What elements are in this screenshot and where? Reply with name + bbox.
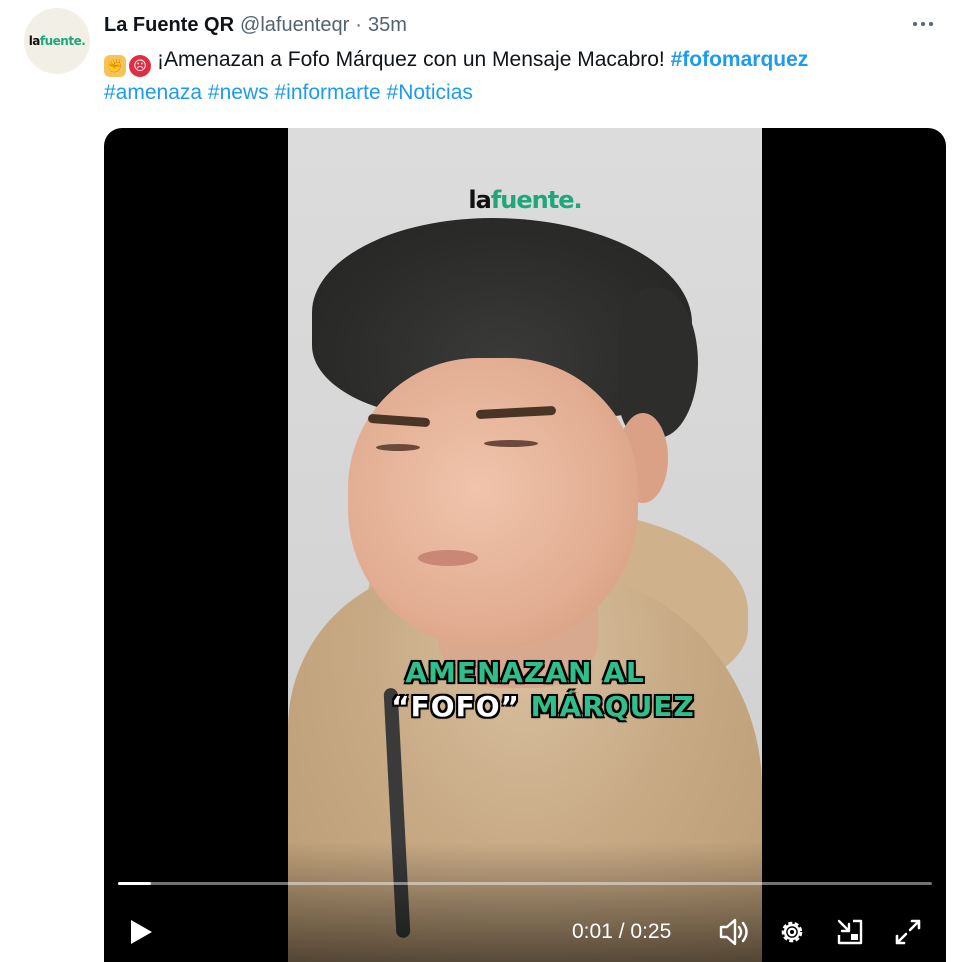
controls-overlay [104,842,946,962]
volume-button[interactable] [714,914,754,950]
angry-face-emoji-icon: ☹ [129,55,151,77]
person-eye [376,444,420,451]
settings-gear-icon [781,921,803,943]
play-button[interactable] [124,914,158,950]
author-handle[interactable]: @lafuenteqr [240,14,349,37]
person-eye [484,440,538,447]
person-hair-side [618,288,698,438]
duration: 0:25 [630,920,672,943]
picture-in-picture-icon [837,919,863,945]
progress-fill [118,882,151,885]
current-time: 0:01 [572,920,613,943]
hashtag-link[interactable]: #informarte [274,81,380,104]
video-frame[interactable]: lafuente. AMENAZAN AL “FOFO” MÁRQUEZ [288,128,762,962]
timestamp[interactable]: 35m [368,14,407,37]
person-mouth [418,550,478,566]
caption-marquez: MÁRQUEZ [530,690,695,723]
settings-button[interactable] [772,914,812,950]
fullscreen-button[interactable] [888,914,928,950]
tweet-body: ¡Amenazan a Fofo Márquez con un Mensaje … [157,48,671,71]
more-horizontal-icon[interactable] [906,12,940,36]
hashtag-link[interactable]: #amenaza [104,81,202,104]
avatar-logo: lafuente. [28,34,86,48]
play-icon [131,920,152,944]
time-display: 0:01 / 0:25 [572,914,698,950]
caption-fofo: “FOFO” [391,690,520,723]
fist-emoji-icon: ✊ [104,55,126,77]
volume-icon [719,918,748,946]
tweet-header: La Fuente QR @lafuenteqr · 35m [104,10,940,40]
fullscreen-icon [895,919,921,945]
caption-line-1: AMENAZAN AL [405,656,645,689]
person-face [348,358,638,648]
video-brand-logo: lafuente. [468,186,582,214]
hashtag-link[interactable]: #news [208,81,269,104]
pip-button[interactable] [830,914,870,950]
hashtag-link[interactable]: #Noticias [387,81,473,104]
video-player[interactable]: lafuente. AMENAZAN AL “FOFO” MÁRQUEZ 0:0… [104,128,946,962]
time-separator: / [612,920,631,943]
author-display-name[interactable]: La Fuente QR [104,14,234,37]
video-caption: AMENAZAN AL “FOFO” MÁRQUEZ [288,656,762,724]
hashtag-link[interactable]: #fofomarquez [671,48,809,71]
caption-line-2: “FOFO” MÁRQUEZ [288,690,762,724]
tweet-text: ✊ ☹ ¡Amenazan a Fofo Márquez con un Mensaj… [104,44,946,109]
avatar[interactable]: lafuente. [24,8,90,74]
separator-dot: · [355,13,362,36]
progress-bar[interactable] [118,882,932,885]
tweet[interactable]: lafuente. La Fuente QR @lafuenteqr · 35m… [0,0,960,962]
